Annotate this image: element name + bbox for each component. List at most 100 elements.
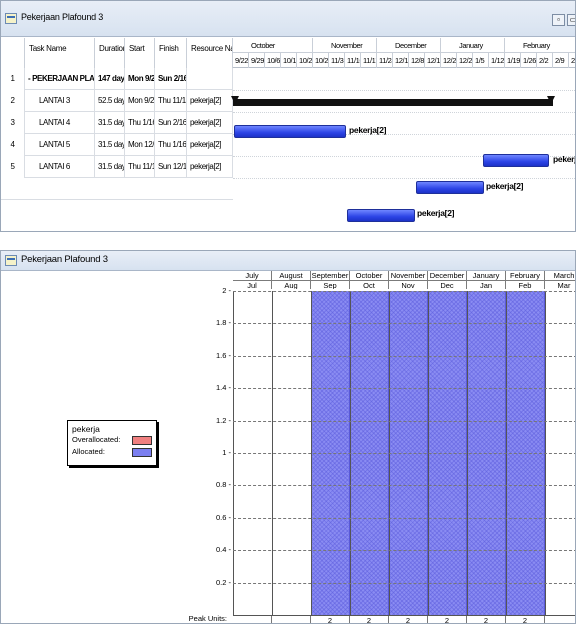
empty-row[interactable] (1, 178, 233, 200)
bar-label: pekerja[2] (486, 181, 524, 191)
task-id-cell[interactable]: 2 (1, 90, 25, 112)
task-finish-cell[interactable]: Sun 2/16/14 (155, 68, 187, 90)
timescale-week: 2/16 (569, 53, 575, 68)
timescale-week: 2/9 (553, 53, 569, 68)
peak-unit-value: 2 (311, 616, 350, 623)
task-id-cell[interactable]: 5 (1, 156, 25, 178)
maximize-button[interactable]: ▭ (567, 14, 575, 26)
graph-title: Pekerjaan Plafound 3 (21, 254, 108, 265)
task-start-cell[interactable]: Mon 9/23/13 (125, 68, 155, 90)
y-tick-label: 0.2 - (215, 577, 231, 587)
task-name-cell[interactable]: LANTAI 3 (25, 90, 95, 112)
peak-unit-value (272, 616, 311, 623)
task-id-cell[interactable]: 1 (1, 68, 25, 90)
peak-unit-value: 2 (467, 616, 506, 623)
value-gridline (233, 291, 575, 292)
timescale-month: January (441, 38, 505, 53)
timescale-week: 11/17 (361, 53, 377, 68)
peak-unit-value: 2 (389, 616, 428, 623)
project-icon (5, 255, 17, 266)
task-id-cell[interactable]: 4 (1, 134, 25, 156)
value-gridline (233, 485, 575, 487)
task-name-cell[interactable]: LANTAI 4 (25, 112, 95, 134)
timescale-week: 11/3 (329, 53, 345, 68)
col-duration[interactable]: Duration (95, 38, 125, 68)
peak-unit-value (233, 616, 272, 623)
gantt-chart: pekerja[2] pekerja[2] pekerja[2] pekerja… (231, 68, 575, 231)
y-tick-label: 0.8 - (215, 480, 231, 490)
restore-button[interactable]: ▫ (552, 14, 565, 26)
task-finish-cell[interactable]: Thu 1/16/14 (155, 134, 187, 156)
task-duration-cell[interactable]: 52.5 days (95, 90, 125, 112)
timescale-month: October (233, 38, 313, 53)
task-id-cell[interactable]: 3 (1, 112, 25, 134)
col-task-name[interactable]: Task Name (25, 38, 95, 68)
task-resource-cell[interactable] (187, 68, 233, 90)
task-bar-lantai-5[interactable] (416, 181, 484, 194)
task-resource-cell[interactable]: pekerja[2] (187, 90, 233, 112)
peak-unit-value: 2 (428, 616, 467, 623)
task-finish-cell[interactable]: Thu 11/14/13 (155, 90, 187, 112)
task-row[interactable]: 2LANTAI 352.5 daysMon 9/23/13Thu 11/14/1… (1, 90, 233, 112)
task-bar-lantai-6[interactable] (347, 209, 415, 222)
gantt-window: Pekerjaan Plafound 3 ▫ ▭ Task Name Durat… (0, 0, 576, 232)
timescale-week: 12/1 (393, 53, 409, 68)
timescale-week: 10/6 (265, 53, 281, 68)
task-start-cell[interactable]: Mon 9/23/13 (125, 90, 155, 112)
task-duration-cell[interactable]: 31.5 days (95, 134, 125, 156)
task-row[interactable]: 3LANTAI 431.5 daysThu 1/16/14Sun 2/16/14… (1, 112, 233, 134)
col-resource-name[interactable]: Resource Name (187, 38, 233, 68)
task-resource-cell[interactable]: pekerja[2] (187, 112, 233, 134)
y-tick-label: 2 - (222, 286, 231, 295)
bar-label: pekerja[2] (553, 154, 575, 164)
timescale-week: 9/22 (233, 53, 249, 68)
timescale-week: 12/22 (441, 53, 457, 68)
task-duration-cell[interactable]: 31.5 days (95, 112, 125, 134)
task-duration-cell[interactable]: 31.5 days (95, 156, 125, 178)
task-bar-lantai-4[interactable] (483, 154, 549, 167)
y-tick-label: 0.6 - (215, 512, 231, 522)
value-gridline (233, 517, 575, 519)
value-gridline (233, 355, 575, 357)
timescale-week: 11/10 (345, 53, 361, 68)
resource-graph-window: Pekerjaan Plafound 3 pekerja Overallocat… (0, 250, 576, 624)
task-bar-lantai-3[interactable] (234, 125, 346, 138)
row-number-header (1, 38, 25, 68)
col-start[interactable]: Start (125, 38, 155, 68)
graph-titlebar: Pekerjaan Plafound 3 (1, 251, 575, 271)
timescale-week: 2/2 (537, 53, 553, 68)
task-finish-cell[interactable]: Sun 12/15/13 (155, 156, 187, 178)
y-tick-label: 1 - (222, 448, 231, 457)
gantt-title: Pekerjaan Plafound 3 (21, 12, 104, 22)
summary-bar[interactable] (233, 99, 553, 106)
task-start-cell[interactable]: Mon 12/16/13 (125, 134, 155, 156)
task-resource-cell[interactable]: pekerja[2] (187, 156, 233, 178)
task-name-cell[interactable]: LANTAI 5 (25, 134, 95, 156)
task-row[interactable]: 5LANTAI 631.5 daysThu 11/14/13Sun 12/15/… (1, 156, 233, 178)
task-start-cell[interactable]: Thu 1/16/14 (125, 112, 155, 134)
task-start-cell[interactable]: Thu 11/14/13 (125, 156, 155, 178)
task-name-cell[interactable]: LANTAI 6 (25, 156, 95, 178)
task-resource-cell[interactable]: pekerja[2] (187, 134, 233, 156)
project-icon (5, 13, 17, 24)
timescale-week: 11/24 (377, 53, 393, 68)
timescale-week: 10/27 (313, 53, 329, 68)
legend: pekerja Overallocated: Allocated: (67, 420, 157, 466)
gantt-titlebar: Pekerjaan Plafound 3 ▫ ▭ (1, 1, 575, 37)
task-name-cell[interactable]: - PEKERJAAN PLAFOUND 3 (25, 68, 95, 90)
task-row[interactable]: 4LANTAI 531.5 daysMon 12/16/13Thu 1/16/1… (1, 134, 233, 156)
value-gridline (233, 388, 575, 390)
timescale-month: November (313, 38, 377, 53)
col-finish[interactable]: Finish (155, 38, 187, 68)
timescale-week: 1/26 (521, 53, 537, 68)
peak-units-row: 222222 (233, 615, 575, 623)
timescale-week: 9/29 (249, 53, 265, 68)
y-tick-label: 1.4 - (215, 383, 231, 393)
task-duration-cell[interactable]: 147 days (95, 68, 125, 90)
timescale-month: February (505, 38, 575, 53)
y-tick-label: 1.8 - (215, 318, 231, 328)
task-finish-cell[interactable]: Sun 2/16/14 (155, 112, 187, 134)
task-row[interactable]: 1- PEKERJAAN PLAFOUND 3147 daysMon 9/23/… (1, 68, 233, 90)
timescale-week: 10/20 (297, 53, 313, 68)
timescale-months: October November December January February (233, 38, 575, 53)
